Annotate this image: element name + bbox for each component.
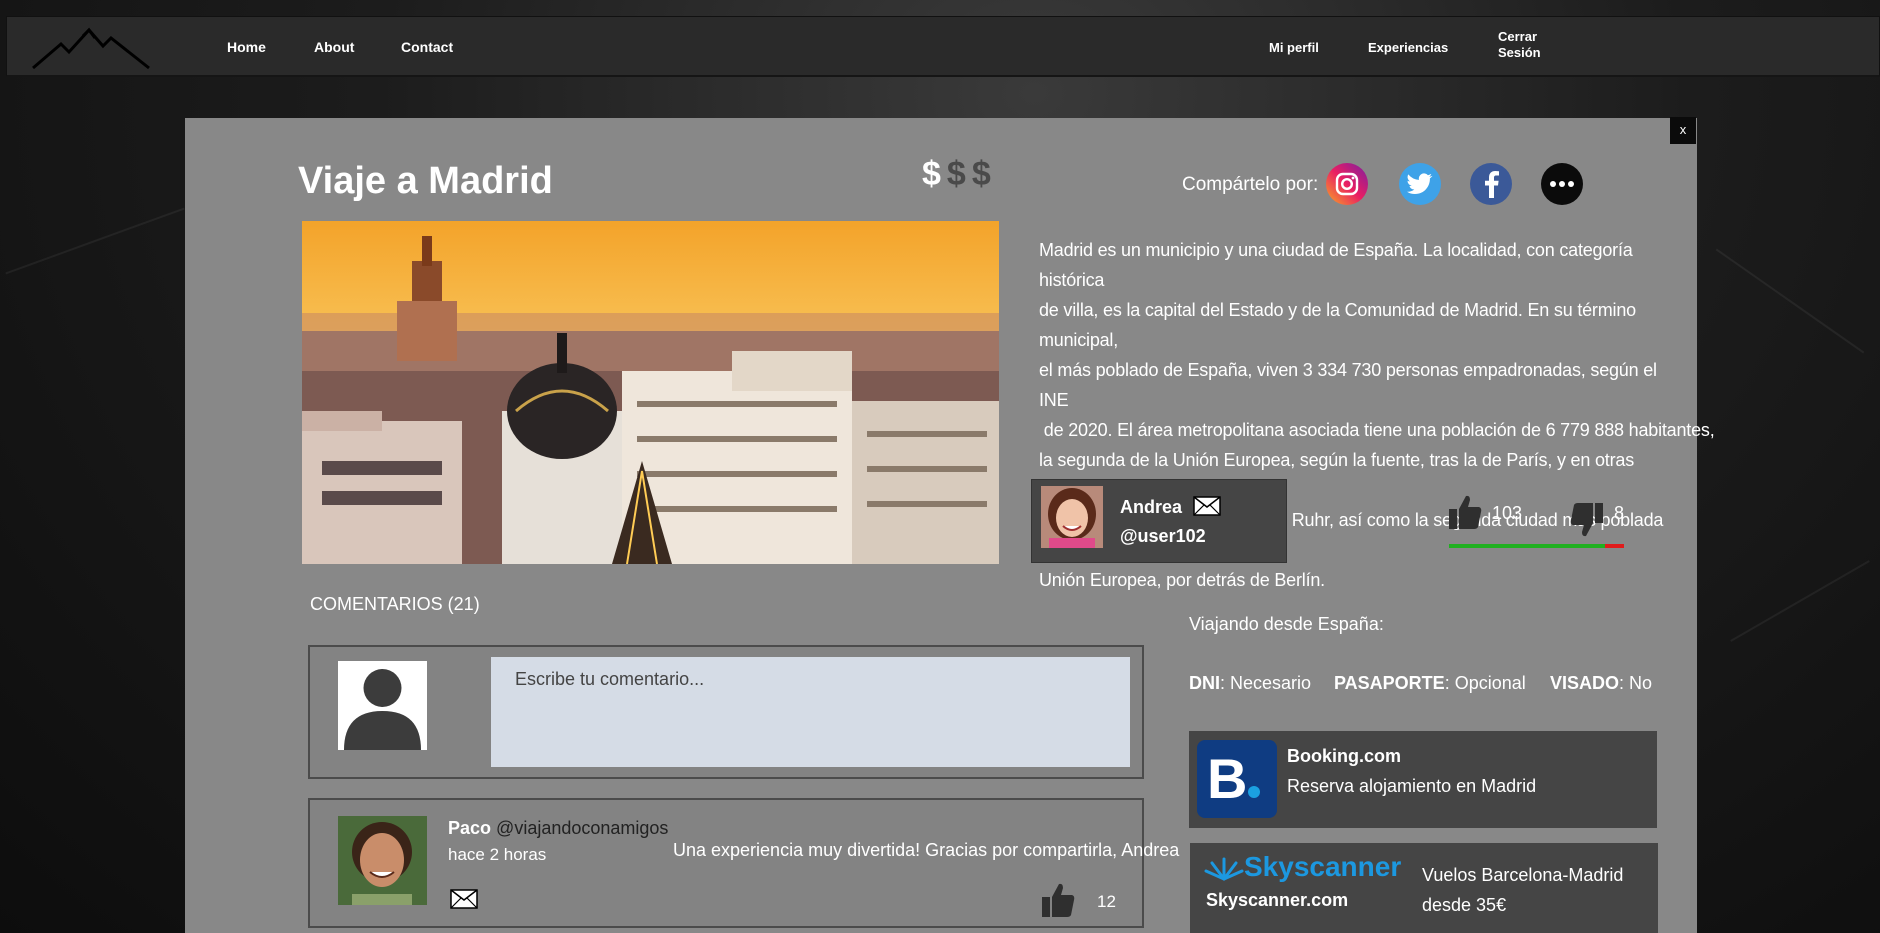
- thumbs-down-icon[interactable]: [1570, 502, 1604, 538]
- navbar: Home About Contact Mi perfil Experiencia…: [6, 16, 1880, 77]
- booking-ad[interactable]: B Booking.com Reserva alojamiento en Mad…: [1189, 731, 1657, 828]
- author-card[interactable]: Andrea @user102: [1031, 479, 1287, 563]
- nav-about-link[interactable]: About: [314, 39, 354, 55]
- skyscanner-logo: Skyscanner: [1204, 851, 1402, 883]
- skyscanner-wordmark: Skyscanner: [1244, 851, 1402, 882]
- description-line: Unión Europea, por detrás de Berlín.: [1039, 570, 1325, 590]
- logout-line-2: Sesión: [1498, 45, 1541, 60]
- doc-requirement-dni: DNI: Necesario: [1189, 673, 1311, 694]
- comments-title: COMENTARIOS (21): [310, 594, 480, 614]
- commenter-handle[interactable]: @viajandoconamigos: [496, 818, 668, 838]
- twitter-icon[interactable]: [1399, 163, 1441, 205]
- commenter-name[interactable]: Paco: [448, 818, 491, 838]
- skyscanner-title[interactable]: Skyscanner.com: [1206, 890, 1348, 911]
- more-share-icon[interactable]: [1541, 163, 1583, 205]
- description-line: de villa, es la capital del Estado y de …: [1039, 300, 1636, 350]
- dislikes-count: 8: [1614, 503, 1625, 523]
- skyscanner-subtitle-1[interactable]: Vuelos Barcelona-Madrid: [1422, 865, 1623, 886]
- comment-timestamp: hace 2 horas: [448, 845, 547, 864]
- instagram-icon[interactable]: [1326, 163, 1368, 205]
- doc-requirement-visa: VISADO: No: [1550, 673, 1652, 694]
- background-line: [1715, 248, 1865, 354]
- booking-subtitle[interactable]: Reserva alojamiento en Madrid: [1287, 776, 1536, 797]
- background-line: [5, 207, 185, 275]
- page-title: Viaje a Madrid: [298, 160, 553, 202]
- booking-logo-dot: [1248, 786, 1260, 798]
- comment-likes-count: 12: [1097, 892, 1116, 911]
- booking-logo-letter: B: [1207, 747, 1248, 810]
- price-symbol-2: $: [946, 155, 966, 193]
- nav-logout-link[interactable]: Cerrar Sesión: [1498, 29, 1541, 61]
- author-handle[interactable]: @user102: [1120, 526, 1206, 547]
- description-line: de 2020. El área metropolitana asociada …: [1039, 420, 1715, 440]
- nav-home-link[interactable]: Home: [227, 39, 266, 55]
- price-symbol-1: $: [922, 155, 941, 193]
- background-line: [1730, 560, 1870, 642]
- commenter-identity: Paco @viajandoconamigos: [448, 818, 668, 839]
- price-symbol-3: $: [971, 155, 991, 193]
- doc-label: VISADO: [1550, 673, 1620, 693]
- comment-item: [308, 798, 1144, 928]
- author-avatar[interactable]: [1041, 486, 1103, 548]
- nav-experiences-link[interactable]: Experiencias: [1368, 40, 1448, 55]
- logout-line-1: Cerrar: [1498, 29, 1538, 44]
- price-rating: $ $ $: [922, 155, 997, 194]
- facebook-icon[interactable]: [1470, 163, 1512, 205]
- doc-value: : Necesario: [1220, 673, 1312, 693]
- madrid-hero-image: [302, 221, 999, 564]
- doc-label: PASAPORTE: [1334, 673, 1445, 693]
- current-user-avatar: [338, 661, 427, 750]
- comment-input[interactable]: [491, 657, 1130, 767]
- close-button[interactable]: x: [1670, 117, 1696, 144]
- share-label: Compártelo por:: [1182, 174, 1319, 195]
- commenter-avatar[interactable]: [338, 816, 427, 905]
- doc-requirement-passport: PASAPORTE: Opcional: [1334, 673, 1526, 694]
- nav-contact-link[interactable]: Contact: [401, 39, 453, 55]
- skyscanner-sun-icon: [1204, 857, 1244, 881]
- skyscanner-subtitle-2[interactable]: desde 35€: [1422, 895, 1506, 916]
- likes-count: 103: [1492, 503, 1523, 523]
- author-name[interactable]: Andrea: [1120, 497, 1182, 518]
- description-line: el más poblado de España, viven 3 334 73…: [1039, 360, 1657, 410]
- comment-text: Una experiencia muy divertida! Gracias p…: [673, 840, 1180, 860]
- doc-value: : Opcional: [1444, 673, 1526, 693]
- booking-title[interactable]: Booking.com: [1287, 746, 1401, 767]
- doc-value: : No: [1619, 673, 1653, 693]
- dislikes-ratio-bar: [1605, 544, 1624, 548]
- thumbs-up-icon[interactable]: [1448, 494, 1482, 530]
- mail-icon[interactable]: [450, 889, 478, 909]
- mountain-logo-icon[interactable]: [31, 22, 151, 72]
- booking-logo: B: [1197, 740, 1277, 818]
- travel-origin: Viajando desde España:: [1189, 614, 1384, 634]
- description-line: Madrid es un municipio y una ciudad de E…: [1039, 240, 1633, 290]
- mail-icon[interactable]: [1193, 496, 1221, 516]
- likes-ratio-bar: [1449, 544, 1605, 548]
- nav-profile-link[interactable]: Mi perfil: [1269, 40, 1319, 55]
- thumbs-up-icon[interactable]: [1041, 882, 1075, 918]
- doc-label: DNI: [1189, 673, 1220, 693]
- skyscanner-ad[interactable]: Skyscanner Skyscanner.com Vuelos Barcelo…: [1190, 843, 1658, 933]
